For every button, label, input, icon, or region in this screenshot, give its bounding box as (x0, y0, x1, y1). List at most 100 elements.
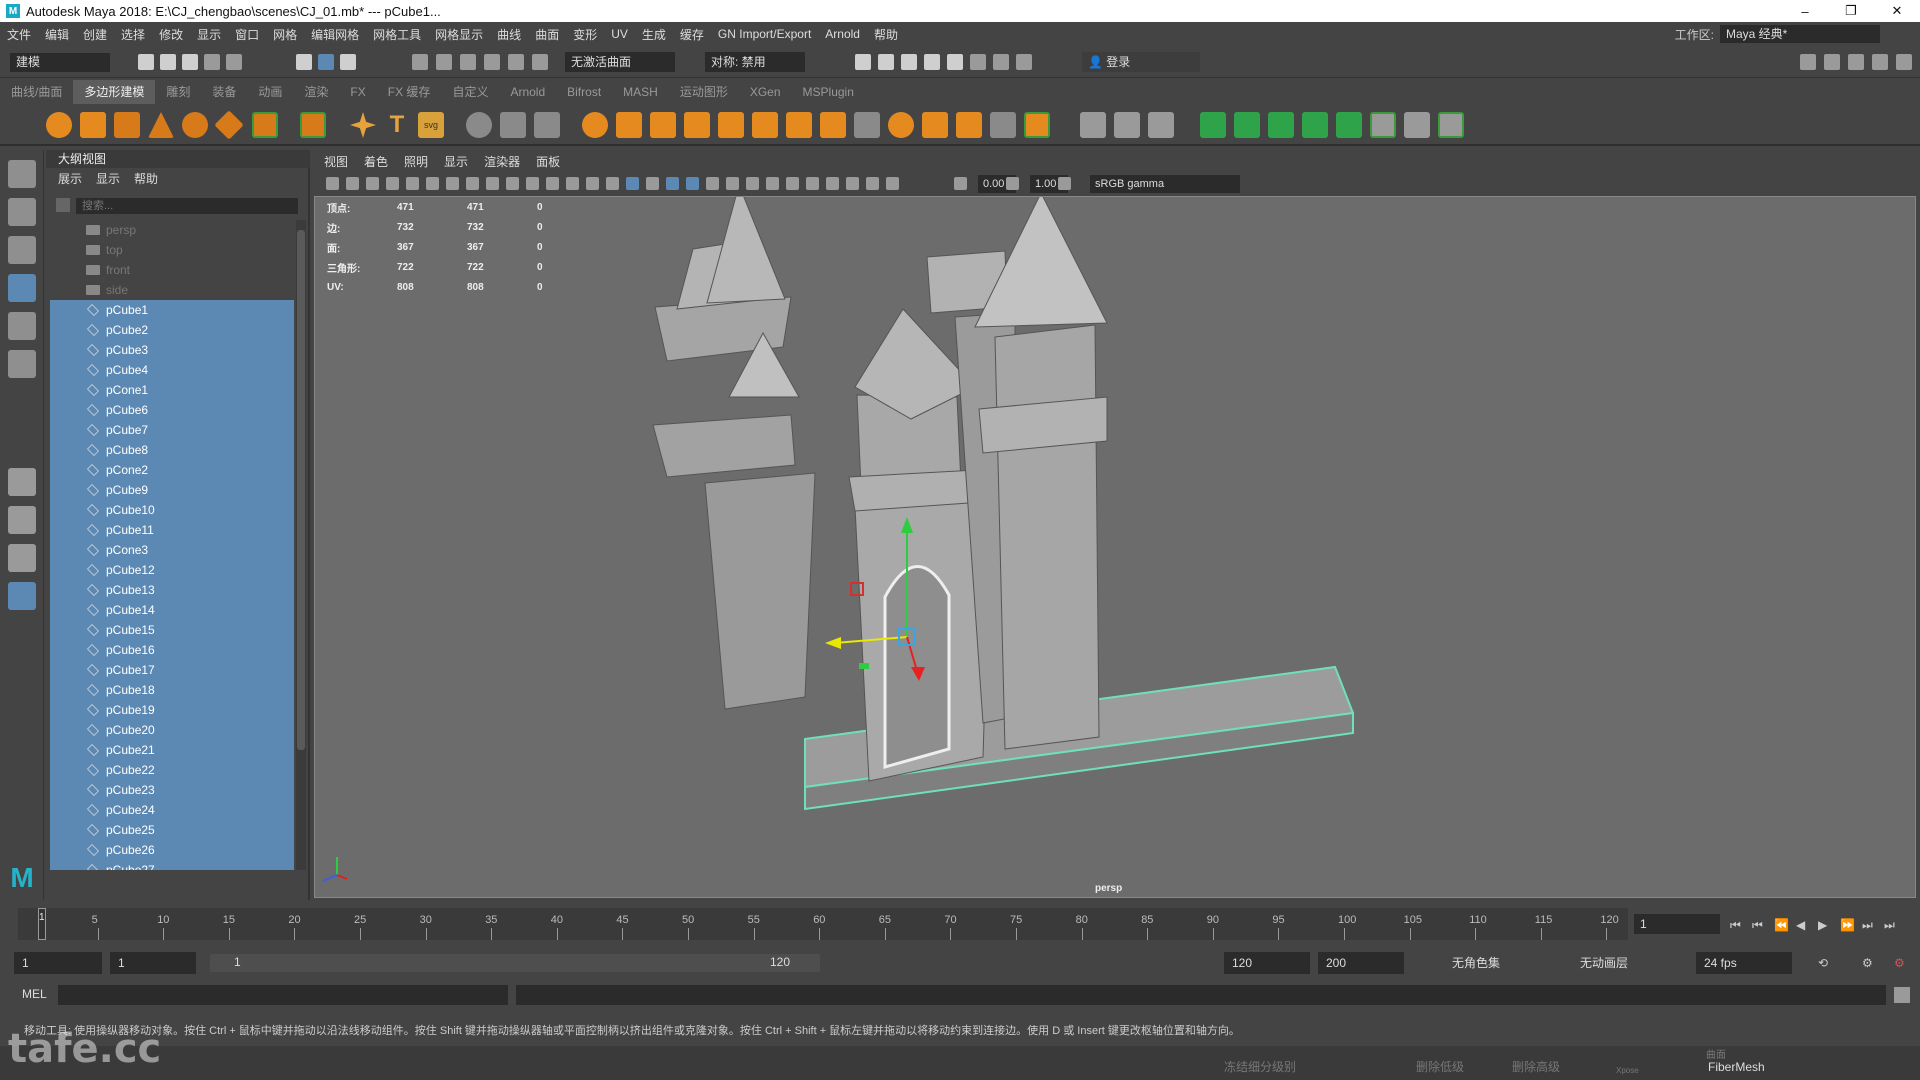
target-weld-icon[interactable] (1114, 112, 1140, 138)
shadows-icon[interactable] (726, 177, 739, 190)
circularize-icon[interactable] (1024, 112, 1050, 138)
freeze-subdiv-label[interactable]: 冻结细分级别 (1224, 1058, 1296, 1075)
append-polygon-icon[interactable] (786, 112, 812, 138)
2d-pan-zoom-icon[interactable] (426, 177, 439, 190)
hypershade-icon[interactable] (924, 54, 940, 70)
poly-sphere-icon[interactable] (46, 112, 72, 138)
step-forward-key-icon[interactable]: ⏭ (1862, 918, 1876, 932)
go-to-end-icon[interactable]: ⏭ (1884, 918, 1898, 932)
symmetry-dropdown[interactable]: 对称: 禁用 (705, 52, 805, 72)
mirror-icon[interactable] (616, 112, 642, 138)
outliner-item[interactable]: pCube13 (50, 580, 294, 600)
smooth-shade-icon[interactable] (626, 177, 639, 190)
preferences-icon[interactable]: ⚙ (1894, 956, 1908, 970)
textured-icon[interactable] (686, 177, 699, 190)
step-back-key-icon[interactable]: ⏮ (1752, 918, 1766, 932)
perspective-viewport[interactable]: 顶点: 471 471 0 边: 732 732 0 面: 367 367 0 三角形: 722 722 0 U… (314, 196, 1916, 898)
single-perspective-view-icon[interactable] (8, 468, 36, 496)
bevel-icon[interactable] (718, 112, 744, 138)
xray-active-icon[interactable] (866, 177, 879, 190)
shelf-tab-6[interactable]: FX (339, 80, 376, 104)
menu-item-9[interactable]: 网格工具 (366, 26, 428, 43)
poly-plane-icon[interactable] (214, 110, 244, 140)
shelf-tab-5[interactable]: 渲染 (293, 80, 339, 104)
separate-icon[interactable] (500, 112, 526, 138)
snap-surface-icon[interactable] (508, 54, 524, 70)
outliner-item[interactable]: pCube11 (50, 520, 294, 540)
shelf-tab-2[interactable]: 雕刻 (155, 80, 201, 104)
platonic-solid-icon[interactable] (300, 112, 326, 138)
outliner-item[interactable]: pCube15 (50, 620, 294, 640)
shelf-tab-1[interactable]: 多边形建模 (73, 80, 156, 104)
new-scene-icon[interactable] (138, 54, 154, 70)
outliner-menu-show[interactable]: 显示 (96, 170, 120, 187)
outliner-camera-top[interactable]: top (50, 240, 294, 260)
shelf-tab-10[interactable]: Bifrost (556, 80, 612, 104)
arnold-icon[interactable] (993, 54, 1009, 70)
extract-icon[interactable] (922, 112, 948, 138)
xray-joints-icon[interactable] (886, 177, 899, 190)
menu-set-dropdown[interactable]: 建模 (10, 53, 110, 72)
outliner-item[interactable]: pCone3 (50, 540, 294, 560)
outliner-scrollbar[interactable] (296, 220, 306, 870)
panel-menu-item-0[interactable]: 视图 (324, 153, 348, 170)
fibermesh-label[interactable]: FiberMesh (1708, 1060, 1765, 1074)
spherical-uv-icon[interactable] (1302, 112, 1328, 138)
persp-outliner-icon[interactable] (8, 544, 36, 572)
menu-item-4[interactable]: 修改 (152, 26, 190, 43)
move-tool-icon[interactable] (8, 274, 36, 302)
outliner-item[interactable]: pCube18 (50, 680, 294, 700)
menu-item-11[interactable]: 曲线 (490, 26, 528, 43)
filter-icon[interactable] (56, 198, 70, 212)
shelf-tab-14[interactable]: MSPlugin (792, 80, 865, 104)
ipr-render-icon[interactable] (878, 54, 894, 70)
mel-label[interactable]: MEL (22, 987, 47, 1001)
colorspace-dropdown[interactable]: sRGB gamma (1090, 175, 1240, 193)
outliner-item[interactable]: pCube9 (50, 480, 294, 500)
play-backwards-icon[interactable]: ◀ (1796, 918, 1810, 932)
outliner-item[interactable]: pCube22 (50, 760, 294, 780)
step-back-frame-icon[interactable]: ⏪ (1774, 918, 1789, 932)
resolution-gate-icon[interactable] (506, 177, 519, 190)
render-settings-icon[interactable] (901, 54, 917, 70)
grid-icon[interactable] (466, 177, 479, 190)
poly-torus-icon[interactable] (182, 112, 208, 138)
go-to-start-icon[interactable]: ⏮ (1730, 918, 1744, 932)
film-gate-icon[interactable] (486, 177, 499, 190)
castle-model[interactable] (315, 197, 1915, 897)
outliner-item[interactable]: pCube1 (50, 300, 294, 320)
workspace-dropdown[interactable]: Maya 经典* (1720, 25, 1880, 43)
use-all-lights-icon[interactable] (706, 177, 719, 190)
panel-menu-item-3[interactable]: 显示 (444, 153, 468, 170)
bool-union-icon[interactable] (582, 112, 608, 138)
menu-item-2[interactable]: 创建 (76, 26, 114, 43)
render-current-frame-icon[interactable] (855, 54, 871, 70)
menu-item-5[interactable]: 显示 (190, 26, 228, 43)
outliner-item[interactable]: pCube19 (50, 700, 294, 720)
outliner-search-input[interactable]: 搜索... (76, 198, 298, 214)
outliner-item[interactable]: pCone2 (50, 460, 294, 480)
scale-tool-icon[interactable] (8, 350, 36, 378)
grease-pencil-icon[interactable] (446, 177, 459, 190)
shelf-tab-9[interactable]: Arnold (499, 80, 556, 104)
light-editor-icon[interactable] (970, 54, 986, 70)
login-dropdown[interactable]: 👤 登录 (1082, 52, 1200, 72)
menu-item-15[interactable]: 生成 (635, 26, 673, 43)
poly-cone-icon[interactable] (148, 112, 174, 138)
poke-icon[interactable] (956, 112, 982, 138)
script-editor-icon[interactable] (1894, 987, 1910, 1003)
outliner-item[interactable]: pCube24 (50, 800, 294, 820)
bookmarks-icon[interactable] (386, 177, 399, 190)
outliner-scroll-thumb[interactable] (297, 230, 305, 750)
shelf-tab-3[interactable]: 装备 (201, 80, 247, 104)
outliner-camera-side[interactable]: side (50, 280, 294, 300)
cylindrical-uv-icon[interactable] (1268, 112, 1294, 138)
panel-menu-item-5[interactable]: 面板 (536, 153, 560, 170)
xpose-label[interactable]: Xpose (1616, 1066, 1639, 1075)
poly-disc-icon[interactable] (252, 112, 278, 138)
command-input[interactable] (58, 985, 508, 1005)
shelf-tab-0[interactable]: 曲线/曲面 (0, 80, 73, 104)
menu-item-16[interactable]: 缓存 (673, 26, 711, 43)
wireframe-on-shaded-icon[interactable] (666, 177, 679, 190)
combine-icon[interactable] (466, 112, 492, 138)
